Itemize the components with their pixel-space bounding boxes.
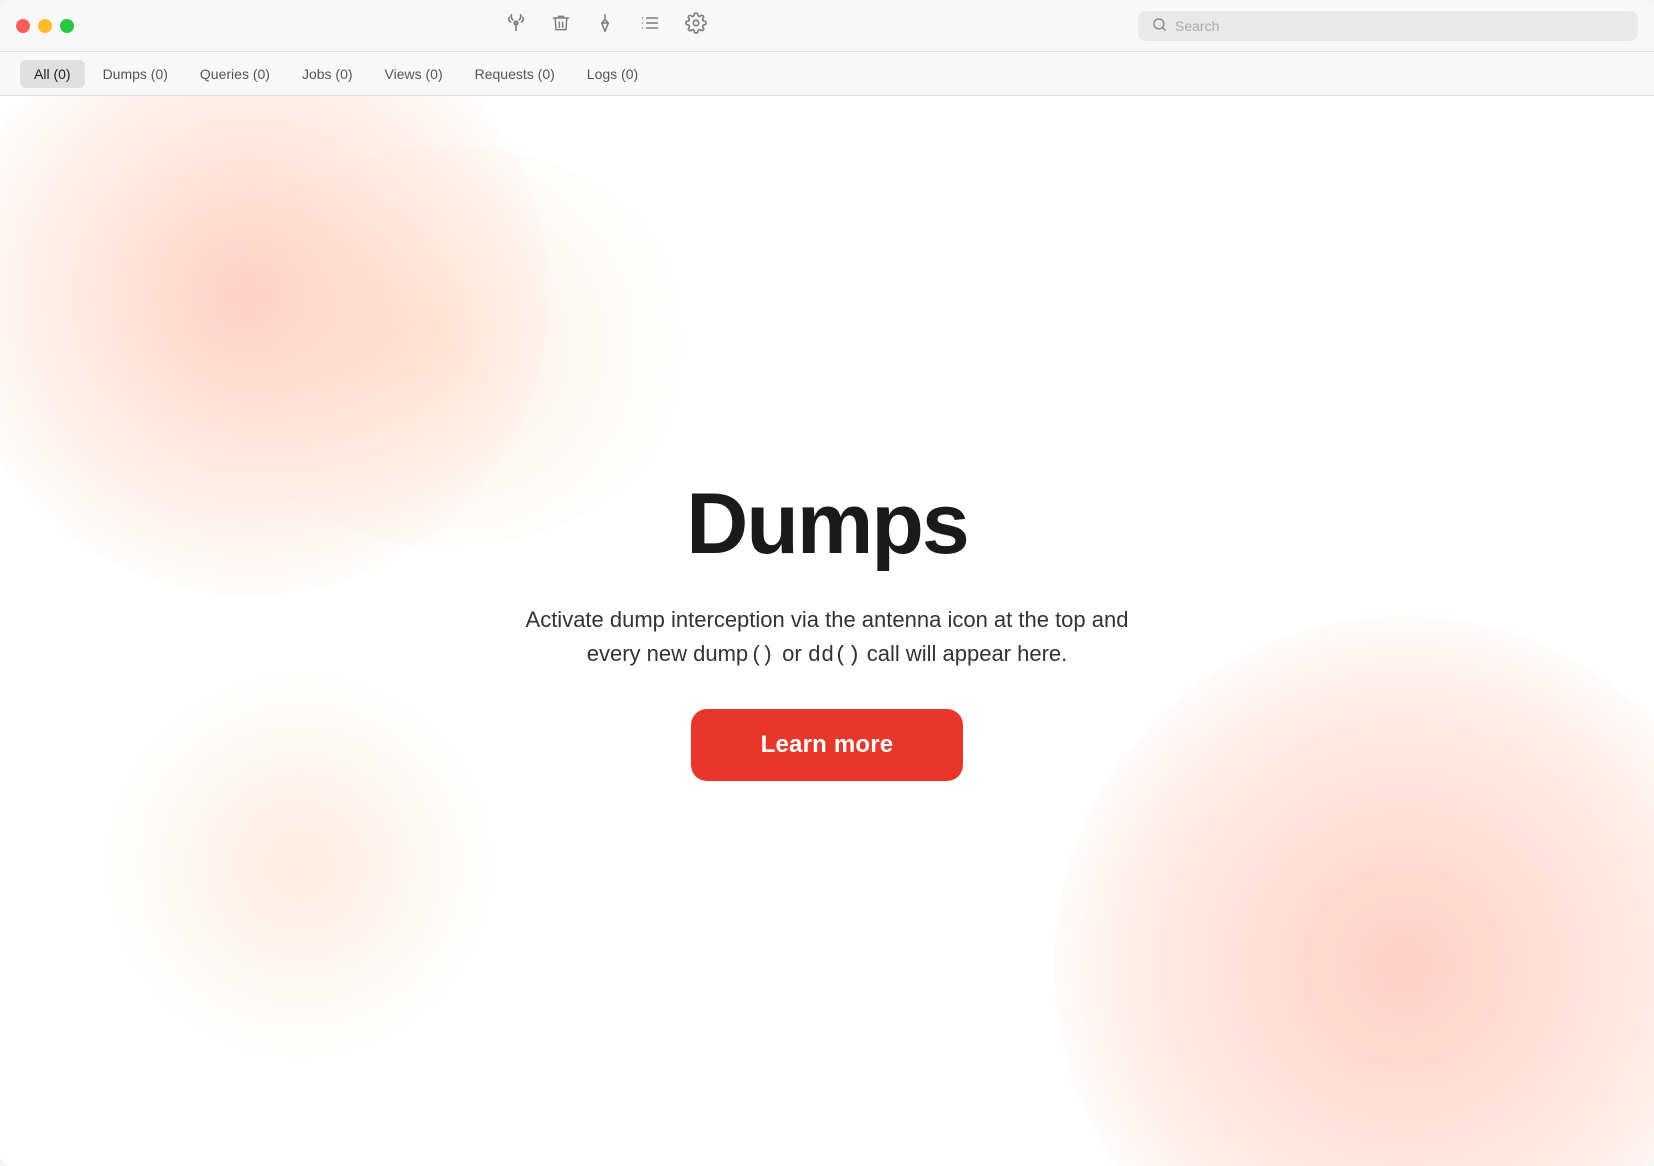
minimize-button[interactable]: [38, 19, 52, 33]
tab-dumps[interactable]: Dumps (0): [89, 60, 182, 88]
tab-views[interactable]: Views (0): [371, 60, 457, 88]
maximize-button[interactable]: [60, 19, 74, 33]
page-title: Dumps: [686, 481, 967, 567]
tab-requests[interactable]: Requests (0): [461, 60, 569, 88]
tab-logs[interactable]: Logs (0): [573, 60, 652, 88]
gradient-blob-4: [100, 666, 500, 1066]
learn-more-button[interactable]: Learn more: [691, 709, 964, 781]
search-input[interactable]: [1175, 18, 1624, 34]
close-button[interactable]: [16, 19, 30, 33]
pin-icon[interactable]: [595, 12, 615, 40]
antenna-icon[interactable]: [505, 12, 527, 40]
main-content: Dumps Activate dump interception via the…: [0, 96, 1654, 1166]
main-description: Activate dump interception via the anten…: [526, 603, 1129, 673]
list-icon[interactable]: [639, 13, 661, 39]
titlebar: [0, 0, 1654, 52]
tab-queries[interactable]: Queries (0): [186, 60, 284, 88]
app-window: All (0) Dumps (0) Queries (0) Jobs (0) V…: [0, 0, 1654, 1166]
settings-icon[interactable]: [685, 12, 707, 40]
toolbar: [94, 12, 1118, 40]
search-bar[interactable]: [1138, 11, 1638, 41]
tab-jobs[interactable]: Jobs (0): [288, 60, 367, 88]
traffic-lights: [16, 19, 74, 33]
tab-all[interactable]: All (0): [20, 60, 85, 88]
trash-icon[interactable]: [551, 12, 571, 40]
hero-section: Dumps Activate dump interception via the…: [486, 441, 1169, 821]
tab-bar: All (0) Dumps (0) Queries (0) Jobs (0) V…: [0, 52, 1654, 96]
search-icon: [1152, 17, 1167, 35]
